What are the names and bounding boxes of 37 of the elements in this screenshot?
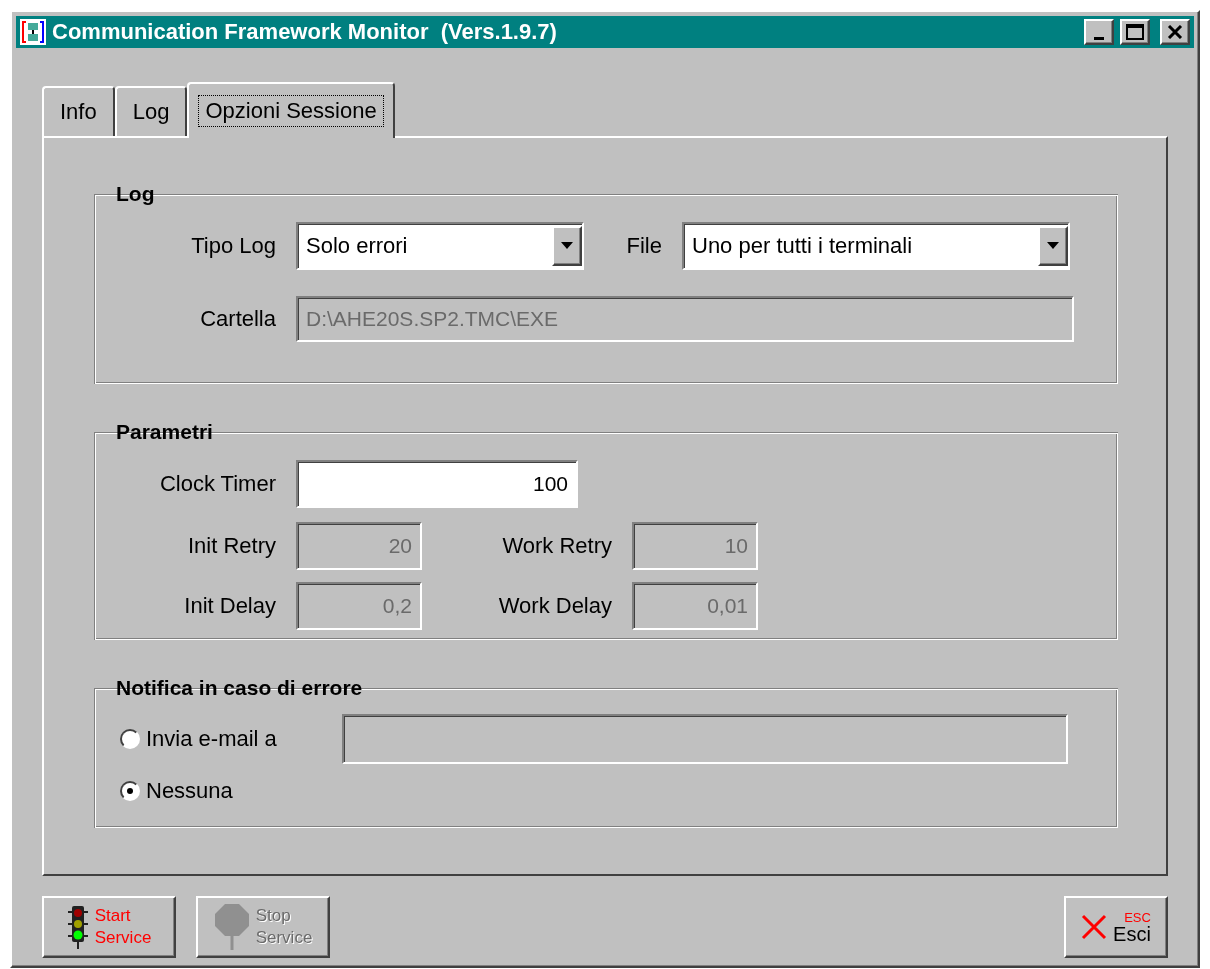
- dropdown[interactable]: Solo errori: [296, 222, 584, 270]
- window-title: Communication Framework Monitor (Vers.1.9.7): [52, 19, 558, 45]
- maximize-button[interactable]: [1120, 19, 1150, 45]
- field-label: Init Retry: [186, 533, 276, 559]
- close-icon: [1081, 914, 1108, 940]
- minimize-icon: [1094, 36, 1104, 40]
- radio-button[interactable]: [120, 729, 140, 749]
- radio-label: Invia e-mail a: [146, 726, 278, 752]
- caret-icon: [1047, 242, 1059, 250]
- close-button[interactable]: [1160, 19, 1190, 45]
- dropdown-button[interactable]: [1038, 226, 1068, 266]
- caret-icon: [561, 242, 573, 250]
- dropdown[interactable]: Uno per tutti i terminali: [682, 222, 1070, 270]
- field-label: Work Delay: [497, 593, 612, 619]
- field-label: Clock Timer: [158, 471, 276, 497]
- group-title: Parametri: [115, 420, 214, 444]
- radio-button[interactable]: [120, 781, 140, 801]
- input-field[interactable]: 100: [296, 460, 578, 508]
- tab[interactable]: Info: [42, 86, 115, 136]
- group-title: Log: [115, 182, 156, 206]
- traffic-light-icon: [66, 904, 89, 950]
- maximize-icon: [1126, 24, 1144, 40]
- field-label: Init Delay: [183, 593, 276, 619]
- dropdown-button[interactable]: [552, 226, 582, 266]
- close-icon: [1167, 25, 1183, 39]
- minimize-button[interactable]: [1084, 19, 1114, 45]
- field-label: Cartella: [199, 306, 276, 332]
- app-icon: [20, 19, 46, 45]
- stop-sign-icon: [213, 903, 250, 951]
- radio-label: Nessuna: [146, 778, 233, 804]
- field-label: Work Retry: [501, 533, 612, 559]
- tab[interactable]: Log: [114, 86, 188, 136]
- tab[interactable]: Opzioni Sessione: [187, 82, 395, 138]
- field-label: File: [625, 233, 662, 259]
- exit-button[interactable]: ESC Esci: [1064, 896, 1168, 958]
- group-title: Notifica in caso di errore: [115, 676, 364, 700]
- field-label: Tipo Log: [190, 233, 276, 259]
